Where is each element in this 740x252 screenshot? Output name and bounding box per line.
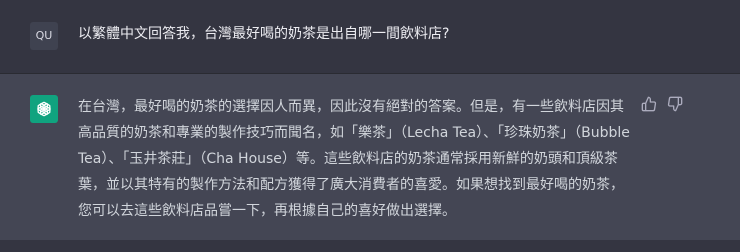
thumbs-down-icon[interactable] — [667, 96, 683, 112]
assistant-message-paragraph: 在台灣，最好喝的奶茶的選擇因人而異，因此沒有絕對的答案。但是，有一些飲料店因其高… — [78, 99, 630, 219]
assistant-message-row: 在台灣，最好喝的奶茶的選擇因人而異，因此沒有絕對的答案。但是，有一些飲料店因其高… — [0, 74, 740, 240]
user-message-row: QU 以繁體中文回答我，台灣最好喝的奶茶是出自哪一間飲料店? — [0, 0, 740, 74]
bottom-divider — [0, 240, 740, 252]
user-message-text: 以繁體中文回答我，台灣最好喝的奶茶是出自哪一間飲料店? — [78, 26, 450, 42]
openai-logo-icon — [30, 95, 58, 123]
user-avatar: QU — [30, 22, 58, 50]
feedback-buttons — [641, 96, 683, 112]
thumbs-up-icon[interactable] — [641, 96, 657, 112]
assistant-message-text: 在台灣，最好喝的奶茶的選擇因人而異，因此沒有絕對的答案。但是，有一些飲料店因其高… — [78, 94, 632, 224]
